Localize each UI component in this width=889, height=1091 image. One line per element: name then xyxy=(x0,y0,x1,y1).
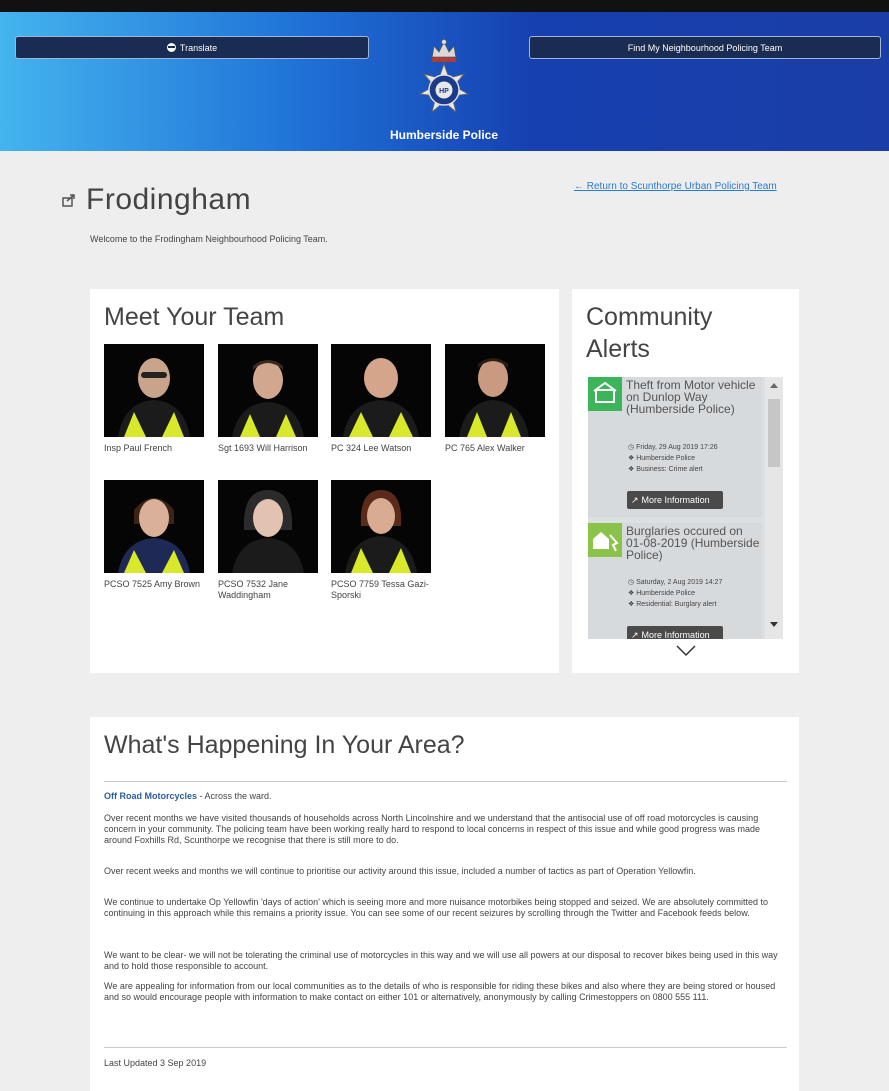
officer-photo xyxy=(104,480,204,573)
paragraph: Over recent months we have visited thous… xyxy=(104,813,761,845)
team-member[interactable]: Insp Paul French xyxy=(104,344,207,454)
team-member[interactable]: Sgt 1693 Will Harrison xyxy=(218,344,321,454)
team-card: Meet Your Team Insp Paul French Sgt 1693… xyxy=(90,289,559,673)
member-name: PC 765 Alex Walker xyxy=(445,443,525,453)
member-name: PC 324 Lee Watson xyxy=(331,443,412,453)
find-team-label: Find My Neighbourhood Policing Team xyxy=(627,42,783,53)
more-information-button[interactable]: ↗ More Information xyxy=(627,626,723,639)
topic-line: Off Road Motorcycles - Across the ward. xyxy=(104,791,789,802)
alerts-heading: Community Alerts xyxy=(586,303,713,363)
member-name: Sgt 1693 Will Harrison xyxy=(218,443,308,453)
info-icon: ❖ xyxy=(628,590,637,597)
info-icon: ❖ xyxy=(628,601,637,608)
area-heading: What's Happening In Your Area? xyxy=(104,731,465,759)
alert-item[interactable]: Theft from Motor vehicle on Dunlop Way (… xyxy=(588,377,762,517)
divider xyxy=(104,781,787,782)
site-header: Translate Find My Neighbourhood Policing… xyxy=(0,12,889,151)
clock-icon: ◷ xyxy=(628,579,637,586)
scroll-down-icon[interactable] xyxy=(770,622,778,627)
crime-alert-thumbnail xyxy=(588,377,622,411)
info-icon: ❖ xyxy=(628,466,637,473)
alert-meta: ◷ Saturday, 2 Aug 2019 14:27 ❖ Humbersid… xyxy=(628,579,723,608)
scrollbar-thumb[interactable] xyxy=(768,399,780,467)
officer-photo xyxy=(331,344,431,437)
member-name: PCSO 7532 Jane Waddingham xyxy=(218,579,289,600)
paragraph: We continue to undertake Op Yellowfin 'd… xyxy=(104,897,768,918)
last-updated: Last Updated 3 Sep 2019 xyxy=(104,1058,207,1068)
officer-photo xyxy=(218,344,318,437)
officer-photo xyxy=(218,480,318,573)
team-member[interactable]: PCSO 7759 Tessa Gazi-Sporski xyxy=(331,480,434,601)
welcome-text: Welcome to the Frodingham Neighbourhood … xyxy=(90,234,328,244)
burglary-alert-thumbnail xyxy=(588,523,622,557)
team-member[interactable]: PCSO 7532 Jane Waddingham xyxy=(218,480,321,601)
globe-icon xyxy=(166,43,176,52)
divider xyxy=(104,1047,787,1048)
external-link-icon: ↗ xyxy=(631,494,639,505)
chevron-down-icon[interactable] xyxy=(676,645,696,657)
scroll-up-icon[interactable] xyxy=(770,383,778,388)
top-black-bar xyxy=(0,0,889,12)
area-card: What's Happening In Your Area? Off Road … xyxy=(90,717,799,1091)
team-heading: Meet Your Team xyxy=(104,303,285,331)
team-member[interactable]: PC 324 Lee Watson xyxy=(331,344,434,454)
topic-title: Off Road Motorcycles xyxy=(104,791,198,801)
police-badge-logo[interactable]: HP xyxy=(404,36,484,126)
alerts-card: Community Alerts Theft from Motor vehicl… xyxy=(572,289,799,673)
officer-photo xyxy=(331,480,431,573)
alerts-scrollbar[interactable] xyxy=(765,377,783,639)
alert-title[interactable]: Theft from Motor vehicle on Dunlop Way (… xyxy=(626,379,762,415)
return-link[interactable]: ← Return to Scunthorpe Urban Policing Te… xyxy=(574,181,777,192)
paragraph: We are appealing for information from ou… xyxy=(104,981,776,1002)
clock-icon: ◷ xyxy=(628,444,637,451)
page-title: Frodingham xyxy=(86,183,252,216)
member-name: PCSO 7759 Tessa Gazi-Sporski xyxy=(331,579,429,600)
alert-meta: ◷ Friday, 29 Aug 2019 17:26 ❖ Humberside… xyxy=(628,444,718,473)
find-team-button[interactable]: Find My Neighbourhood Policing Team xyxy=(529,36,881,59)
share-icon[interactable] xyxy=(62,193,76,207)
paragraph: Over recent weeks and months we will con… xyxy=(104,866,696,876)
info-icon: ❖ xyxy=(628,455,637,462)
member-name: Insp Paul French xyxy=(104,443,173,453)
translate-label: Translate xyxy=(179,42,218,53)
team-member[interactable]: PCSO 7525 Amy Brown xyxy=(104,480,207,590)
alert-item[interactable]: Burglaries occured on 01-08-2019 (Humber… xyxy=(588,523,762,639)
topic-suffix: - Across the ward. xyxy=(197,791,272,801)
paragraph: We want to be clear- we will not be tole… xyxy=(104,950,778,971)
more-information-button[interactable]: ↗ More Information xyxy=(627,491,723,509)
officer-photo xyxy=(445,344,545,437)
alerts-scroll-box[interactable]: Theft from Motor vehicle on Dunlop Way (… xyxy=(588,377,783,639)
external-link-icon: ↗ xyxy=(631,629,639,640)
officer-photo xyxy=(104,344,204,437)
svg-text:HP: HP xyxy=(439,88,449,95)
translate-button[interactable]: Translate xyxy=(15,36,369,59)
brand-name: Humberside Police xyxy=(389,128,499,142)
alert-title[interactable]: Burglaries occured on 01-08-2019 (Humber… xyxy=(626,525,762,561)
member-name: PCSO 7525 Amy Brown xyxy=(104,579,201,589)
team-member[interactable]: PC 765 Alex Walker xyxy=(445,344,548,454)
page-title-row: Frodingham xyxy=(62,183,251,217)
